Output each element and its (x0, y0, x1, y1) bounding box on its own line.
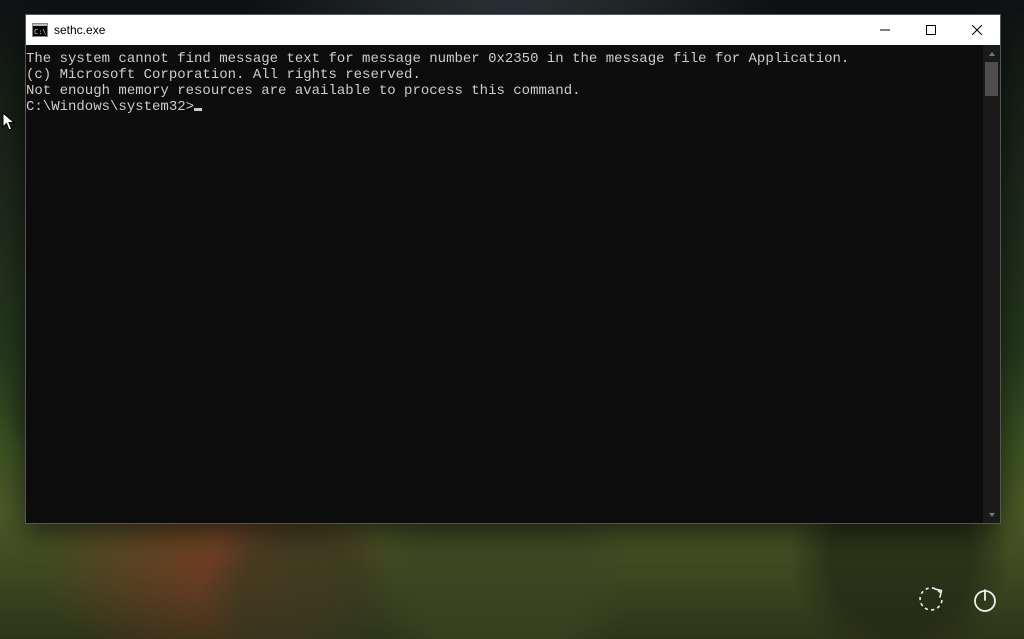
power-icon[interactable] (970, 585, 1000, 615)
ease-of-access-icon[interactable] (916, 585, 946, 615)
minimize-button[interactable] (862, 15, 908, 45)
console-window: C:\ sethc.exe The system cannot find mes… (25, 14, 1001, 524)
svg-text:C:\: C:\ (34, 28, 47, 36)
console-output[interactable]: The system cannot find message text for … (26, 45, 983, 523)
text-cursor (194, 108, 202, 111)
console-line: The system cannot find message text for … (26, 51, 983, 67)
console-prompt-line: C:\Windows\system32> (26, 99, 983, 115)
console-line: Not enough memory resources are availabl… (26, 83, 983, 99)
scroll-down-button[interactable] (983, 506, 1000, 523)
mouse-cursor (2, 112, 16, 132)
scroll-thumb[interactable] (985, 62, 998, 96)
lock-screen-controls (916, 585, 1000, 615)
vertical-scrollbar[interactable] (983, 45, 1000, 523)
maximize-button[interactable] (908, 15, 954, 45)
close-button[interactable] (954, 15, 1000, 45)
window-title: sethc.exe (54, 23, 105, 37)
scroll-up-button[interactable] (983, 45, 1000, 62)
cmd-icon: C:\ (32, 22, 48, 38)
scroll-track[interactable] (983, 62, 1000, 506)
console-client-area: The system cannot find message text for … (26, 45, 1000, 523)
console-prompt: C:\Windows\system32> (26, 99, 194, 115)
console-line: (c) Microsoft Corporation. All rights re… (26, 67, 983, 83)
titlebar[interactable]: C:\ sethc.exe (26, 15, 1000, 45)
